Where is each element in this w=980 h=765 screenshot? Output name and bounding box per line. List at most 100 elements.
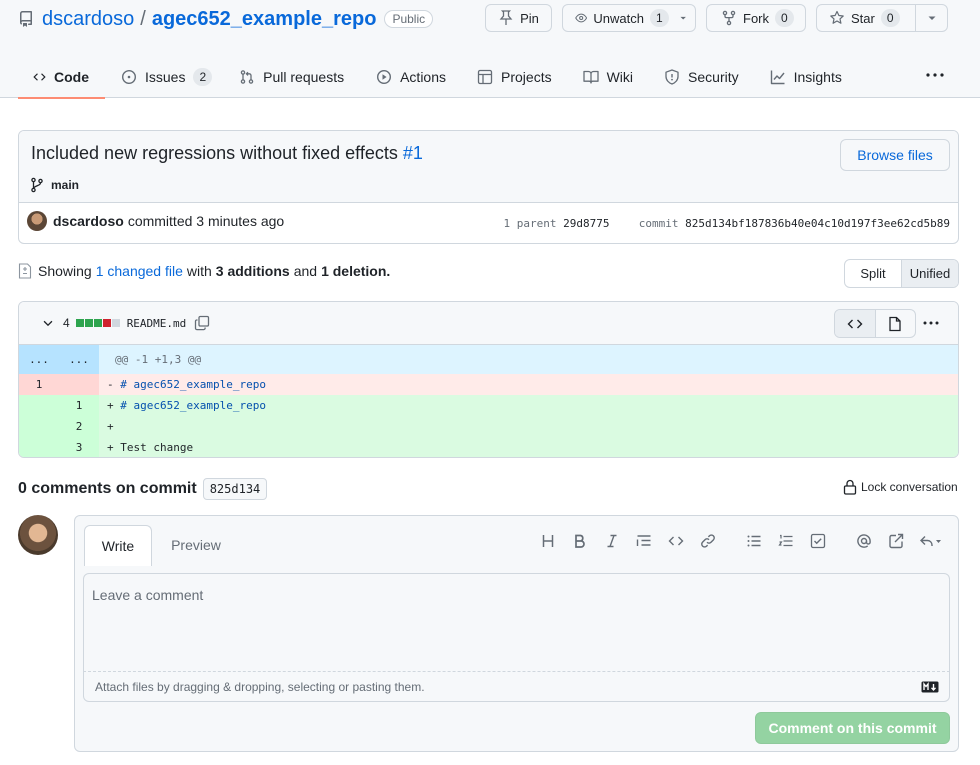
comment-submit-button[interactable]: Comment on this commit (755, 712, 950, 744)
diff-line-added: 2 + (19, 416, 958, 437)
split-view-button[interactable]: Split (845, 260, 901, 287)
cross-reference-icon (889, 533, 904, 549)
repo-forked-icon (722, 10, 736, 26)
mention-icon (857, 534, 871, 548)
pin-button[interactable]: Pin (485, 4, 552, 32)
pin-icon (499, 10, 513, 25)
commit-message: Included new regressions without fixed e… (31, 143, 398, 163)
tab-projects[interactable]: Projects (461, 56, 567, 98)
file-attachment-area[interactable]: Attach files by dragging & dropping, sel… (83, 672, 950, 702)
unified-view-button[interactable]: Unified (901, 260, 958, 287)
tab-code[interactable]: Code (18, 56, 105, 99)
file-name[interactable]: README.md (127, 317, 187, 330)
diff-prefix: + (107, 420, 114, 433)
rich-diff-button[interactable] (876, 310, 916, 337)
tab-wiki[interactable]: Wiki (567, 56, 648, 98)
new-line-number[interactable] (59, 374, 99, 395)
repo-owner-link[interactable]: dscardoso (42, 8, 134, 31)
old-line-number[interactable] (19, 395, 59, 416)
file-info: 4 README.md (41, 315, 210, 331)
diff-line-added: 1 + # agec652_example_repo (19, 395, 958, 416)
new-line-number[interactable]: 2 (59, 416, 99, 437)
browse-files-button[interactable]: Browse files (840, 139, 950, 171)
old-line-number[interactable]: 1 (19, 374, 59, 395)
star-list-dropdown[interactable] (915, 4, 948, 32)
more-tabs-button[interactable] (925, 65, 945, 85)
repo-title: dscardoso / agec652_example_repo Public (18, 6, 434, 32)
commit-sha-badge: 825d134 (202, 478, 268, 500)
tab-label: Code (54, 69, 89, 85)
star-button[interactable]: Star 0 (816, 4, 916, 32)
comment-textarea[interactable]: Leave a comment (83, 573, 950, 672)
code-button[interactable] (660, 531, 692, 551)
diff-line-code: + # agec652_example_repo (99, 399, 266, 412)
commit-header-top: Included new regressions without fixed e… (19, 131, 958, 203)
task-list-button[interactable] (802, 531, 834, 551)
expand-down-button[interactable]: ... (59, 345, 99, 374)
old-line-number[interactable] (19, 437, 59, 457)
saved-replies-button[interactable] (912, 531, 950, 551)
link-button[interactable] (692, 531, 724, 551)
expand-up-button[interactable]: ... (19, 345, 59, 374)
file-diff-header: 4 README.md (19, 302, 958, 345)
diff-line-added: 3 + Test change (19, 437, 958, 457)
diff-prefix: + (107, 399, 114, 412)
old-line-number[interactable] (19, 416, 59, 437)
tab-security[interactable]: Security (648, 56, 754, 98)
summary-showing: Showing (38, 263, 92, 279)
list-ordered-icon (778, 534, 793, 547)
tab-write[interactable]: Write (84, 525, 152, 566)
branch-name: main (51, 178, 80, 192)
unwatch-button[interactable]: Unwatch 1 (562, 4, 696, 32)
diff-line-code: + (99, 420, 120, 433)
mention-button[interactable] (848, 531, 880, 551)
tasklist-icon (810, 533, 826, 549)
tab-actions[interactable]: Actions (360, 56, 461, 98)
avatar[interactable] (18, 515, 58, 555)
heading-button[interactable] (532, 531, 564, 551)
tab-issues[interactable]: Issues 2 (105, 56, 224, 98)
parent-label: 1 parent (503, 217, 557, 230)
lock-conversation-button[interactable]: Lock conversation (843, 479, 958, 495)
kebab-horizontal-icon (926, 73, 944, 77)
cross-reference-button[interactable] (880, 531, 912, 551)
tab-label: Wiki (606, 69, 634, 85)
italic-icon (607, 534, 617, 548)
branch-indicator[interactable]: main (29, 177, 79, 193)
avatar[interactable] (27, 211, 47, 231)
tab-label: Insights (793, 69, 842, 85)
source-diff-button[interactable] (835, 310, 876, 337)
tab-insights[interactable]: Insights (754, 56, 858, 98)
repo-name-link[interactable]: agec652_example_repo (152, 8, 377, 31)
bold-button[interactable] (564, 531, 596, 551)
pr-link[interactable]: #1 (403, 143, 423, 163)
file-icon (889, 316, 901, 331)
commit-sha: 825d134bf187836b40e04c10d197f3ee62cd5b89 (685, 217, 950, 230)
new-line-number[interactable]: 3 (59, 437, 99, 457)
quote-button[interactable] (628, 531, 660, 551)
code-icon (668, 536, 684, 546)
triangle-down-icon (928, 16, 935, 20)
italic-button[interactable] (596, 531, 628, 551)
file-actions-button[interactable] (922, 314, 940, 332)
ordered-list-button[interactable] (770, 531, 802, 551)
diff-text: # agec652_example_repo (120, 399, 266, 412)
copy-icon[interactable] (194, 315, 210, 331)
markdown-icon[interactable] (921, 681, 939, 693)
git-branch-icon (31, 177, 43, 193)
diff-summary: Showing 1 changed file with 3 additions … (18, 263, 394, 279)
unordered-list-button[interactable] (738, 531, 770, 551)
new-line-number[interactable]: 1 (59, 395, 99, 416)
tab-pull-requests[interactable]: Pull requests (224, 56, 360, 98)
chevron-down-icon[interactable] (41, 316, 55, 330)
fork-button[interactable]: Fork 0 (706, 4, 806, 32)
issue-opened-icon (121, 69, 137, 85)
changed-files-link[interactable]: 1 changed file (96, 263, 183, 279)
tab-label: Projects (501, 69, 552, 85)
tab-preview[interactable]: Preview (163, 525, 229, 565)
code-icon (33, 73, 46, 81)
quote-icon (636, 535, 651, 546)
commit-author[interactable]: dscardoso (53, 213, 124, 229)
commit-title: Included new regressions without fixed e… (31, 143, 423, 164)
parent-sha-link[interactable]: 29d8775 (563, 217, 609, 230)
